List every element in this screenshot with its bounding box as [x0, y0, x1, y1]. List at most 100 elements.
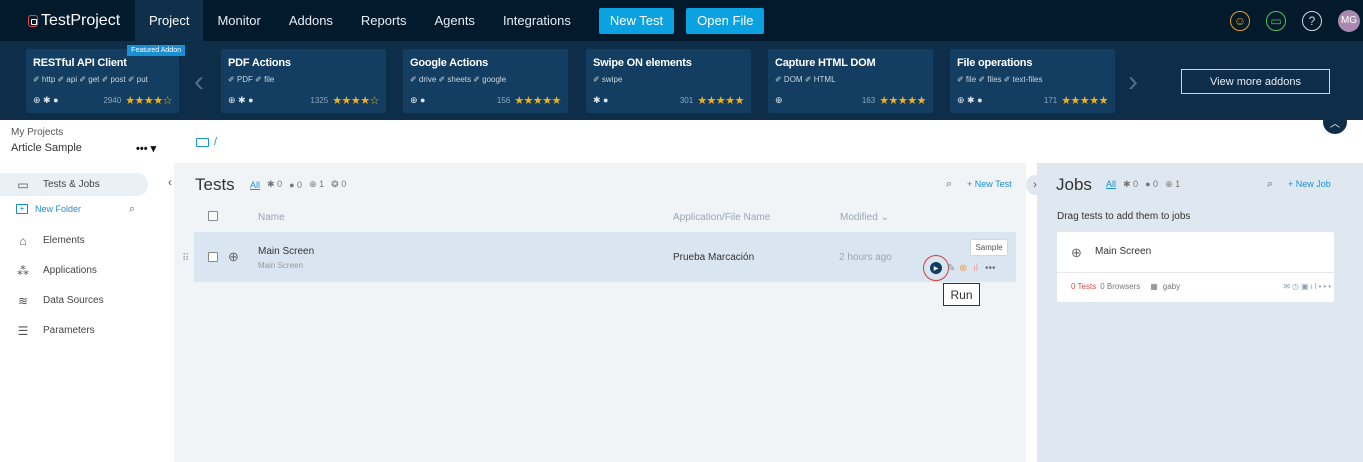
sidebar-item-applications[interactable]: ⁂ Applications: [0, 259, 148, 282]
globe-icon: ⊕: [309, 179, 317, 189]
featured-badge: Featured Addon: [127, 45, 185, 56]
expand-jobs-icon[interactable]: ›: [1026, 175, 1044, 195]
sidebar-item-data-sources[interactable]: ≋ Data Sources: [0, 289, 148, 312]
edit-icon[interactable]: ✎: [947, 263, 955, 274]
breadcrumb-path: /: [214, 136, 218, 148]
user-icon[interactable]: ☺: [1230, 10, 1250, 31]
test-name[interactable]: Main Screen: [258, 246, 314, 257]
mail-icon[interactable]: ✉: [1283, 282, 1292, 291]
filter-ios[interactable]: ● 0: [289, 180, 302, 190]
select-all-checkbox[interactable]: [208, 211, 218, 221]
rating-stars: ★★★★★: [514, 95, 561, 107]
new-test-link[interactable]: + New Test: [967, 179, 1012, 189]
reports-chart-icon[interactable]: ıl: [973, 263, 978, 274]
filter-web[interactable]: ⊕ 1: [1165, 179, 1180, 190]
column-name[interactable]: Name: [258, 212, 285, 223]
addon-title: Capture HTML DOM: [775, 57, 876, 69]
download-count: 171: [1043, 96, 1058, 105]
nav-integrations[interactable]: Integrations: [489, 0, 585, 41]
new-folder-link[interactable]: + New Folder: [16, 204, 81, 214]
table-row[interactable]: ⊕ Main Screen Main Screen Prueba Marcaci…: [194, 232, 1016, 282]
sidebar-item-tests-jobs[interactable]: ▭ Tests & Jobs: [0, 173, 148, 196]
avatar[interactable]: MG: [1338, 9, 1360, 32]
add-folder-icon: +: [16, 204, 28, 214]
project-selector[interactable]: Article Sample: [11, 142, 82, 154]
brand-logo[interactable]: TestProject: [0, 12, 135, 30]
addon-title: File operations: [957, 57, 1033, 69]
job-card[interactable]: ⊕ Main Screen 0 Tests 0 Browsers ▦ gaby …: [1057, 232, 1334, 302]
open-file-button[interactable]: Open File: [686, 7, 765, 34]
sidebar-item-label: Applications: [43, 265, 97, 276]
addon-card[interactable]: Swipe ON elements ✐ swipe ✱ ● 301 ★★★★★: [586, 49, 751, 113]
android-icon: ✱: [267, 179, 275, 189]
platform-icons: ✱ ●: [593, 95, 609, 105]
collapse-sidebar-icon[interactable]: ‹: [168, 175, 182, 193]
reports-chart-icon[interactable]: ıl: [1311, 282, 1319, 291]
filter-ios[interactable]: ● 0: [1145, 179, 1158, 190]
delete-icon[interactable]: ⊗: [959, 263, 967, 274]
jobs-filters: All ✱ 0 ● 0 ⊕ 1: [1106, 179, 1187, 190]
new-job-link[interactable]: + New Job: [1288, 179, 1331, 189]
addon-card[interactable]: Capture HTML DOM ✐ DOM ✐ HTML ⊕ 163 ★★★★…: [768, 49, 933, 113]
filter-all[interactable]: All: [250, 180, 260, 190]
sidebar-item-label: Elements: [43, 235, 85, 246]
chevron-down-icon[interactable]: ▾: [151, 143, 157, 155]
addon-card[interactable]: Google Actions ✐ drive ✐ sheets ✐ google…: [403, 49, 568, 113]
breadcrumb[interactable]: /: [196, 136, 217, 148]
view-more-addons-button[interactable]: View more addons: [1181, 69, 1330, 94]
more-dots-icon[interactable]: •••: [136, 143, 148, 155]
filter-all[interactable]: All: [1106, 179, 1116, 190]
column-modified[interactable]: Modified ⌄: [840, 212, 889, 223]
platform-icons: ⊕: [775, 95, 783, 105]
row-checkbox[interactable]: [208, 252, 218, 262]
top-nav: TestProject Project Monitor Addons Repor…: [0, 0, 1363, 41]
addon-title: Swipe ON elements: [593, 57, 692, 69]
nav-monitor[interactable]: Monitor: [203, 0, 274, 41]
generic-icon: ❂: [331, 179, 339, 189]
tests-filters: All ✱ 0 ● 0 ⊕ 1 ❂ 0: [250, 179, 353, 190]
search-icon[interactable]: ⌕: [1267, 178, 1273, 191]
collapse-addons-icon[interactable]: ︿: [1323, 110, 1347, 134]
drag-handle-icon[interactable]: ⠿: [182, 253, 189, 264]
job-name[interactable]: Main Screen: [1095, 246, 1151, 257]
sidebar-item-elements[interactable]: ⌂ Elements: [0, 229, 148, 252]
sidebar: My Projects Article Sample ••• ▾ ▭ Tests…: [0, 120, 174, 462]
clock-icon[interactable]: ◷: [1292, 282, 1301, 291]
search-icon[interactable]: ⌕: [946, 178, 952, 191]
new-test-button[interactable]: New Test: [598, 7, 675, 34]
addons-prev-icon[interactable]: ‹: [194, 65, 204, 99]
sidebar-item-label: Tests & Jobs: [43, 179, 100, 190]
platform-icons: ⊕ ✱ ●: [33, 95, 59, 105]
apple-icon: ●: [1145, 179, 1151, 189]
test-modified: 2 hours ago: [839, 252, 892, 263]
windows-icon: ▦: [1150, 282, 1158, 291]
run-button[interactable]: ▶: [930, 262, 942, 274]
filter-web[interactable]: ⊕ 1: [309, 179, 324, 190]
nav-project[interactable]: Project: [135, 0, 204, 41]
more-dots-icon[interactable]: •••: [985, 263, 996, 274]
search-icon[interactable]: ⌕: [129, 203, 135, 216]
more-dots-icon[interactable]: •••: [1319, 282, 1333, 291]
help-icon[interactable]: ?: [1302, 10, 1322, 31]
filter-generic[interactable]: ❂ 0: [331, 179, 346, 190]
addon-card[interactable]: PDF Actions ✐ PDF ✐ file ⊕ ✱ ● 1325 ★★★★…: [221, 49, 386, 113]
nav-agents[interactable]: Agents: [420, 0, 488, 41]
addon-title: PDF Actions: [228, 57, 291, 69]
addon-card[interactable]: File operations ✐ file ✐ files ✐ text-fi…: [950, 49, 1115, 113]
filter-android[interactable]: ✱ 0: [267, 179, 282, 190]
run-job-icon[interactable]: ▣: [1301, 282, 1311, 291]
column-application[interactable]: Application/File Name: [673, 212, 770, 223]
nav-reports[interactable]: Reports: [347, 0, 421, 41]
addon-title: RESTful API Client: [33, 57, 127, 69]
sidebar-item-parameters[interactable]: ☰ Parameters: [0, 319, 148, 342]
monitor-icon[interactable]: ▭: [1266, 10, 1286, 31]
addons-next-icon[interactable]: ›: [1128, 65, 1138, 99]
sidebar-item-label: Parameters: [43, 325, 95, 336]
addon-card[interactable]: Featured Addon RESTful API Client ✐ http…: [26, 45, 185, 113]
project-menu[interactable]: ••• ▾: [136, 142, 156, 155]
globe-icon: ⊕: [1071, 245, 1082, 260]
job-actions: ✉◷▣ıl•••: [1283, 282, 1333, 291]
nav-addons[interactable]: Addons: [275, 0, 347, 41]
rating-stars: ★★★★☆: [125, 95, 172, 107]
filter-android[interactable]: ✱ 0: [1123, 179, 1138, 190]
